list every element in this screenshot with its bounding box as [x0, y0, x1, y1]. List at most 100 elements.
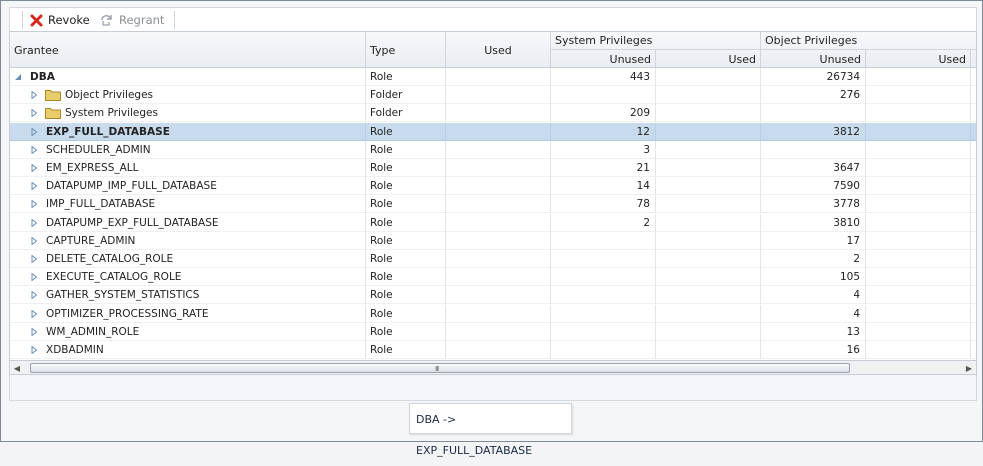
- table-row[interactable]: DATAPUMP_IMP_FULL_DATABASE Role 14 7590: [10, 177, 976, 196]
- table-row[interactable]: Object Privileges Folder 276: [10, 86, 976, 105]
- collapsed-triangle-icon[interactable]: [30, 236, 38, 245]
- table-row[interactable]: EXP_FULL_DATABASE Role 12 3812: [10, 122, 976, 141]
- sys-unused-cell: 3: [551, 140, 656, 159]
- collapsed-triangle-icon[interactable]: [30, 164, 38, 172]
- used-cell: [446, 104, 551, 123]
- grantee-cell: Object Privileges: [10, 86, 366, 105]
- expanded-triangle-icon[interactable]: [14, 73, 22, 81]
- table-row[interactable]: EM_EXPRESS_ALL Role 21 3647: [10, 159, 976, 177]
- grantee-cell: DBA: [10, 68, 366, 86]
- sys-used-cell: [656, 122, 761, 141]
- sys-unused-cell: 209: [551, 104, 656, 123]
- type-cell: Role: [366, 122, 446, 141]
- col-header-type[interactable]: Type: [366, 32, 446, 68]
- grantee-label: SCHEDULER_ADMIN: [46, 143, 151, 156]
- collapsed-triangle-icon[interactable]: [30, 309, 38, 318]
- scroll-left-arrow-icon[interactable]: ◀: [12, 363, 22, 373]
- obj-unused-cell: 3778: [761, 195, 866, 214]
- obj-used-cell: [866, 159, 971, 177]
- scrollbar-thumb[interactable]: III: [30, 363, 850, 373]
- collapsed-triangle-icon[interactable]: [30, 346, 38, 354]
- sys-unused-cell: [551, 286, 656, 305]
- regrant-button[interactable]: Regrant: [100, 11, 164, 29]
- type-cell: Role: [366, 250, 446, 268]
- grantee-label: DATAPUMP_EXP_FULL_DATABASE: [46, 216, 219, 229]
- collapsed-triangle-icon[interactable]: [30, 127, 38, 136]
- col-header-sys-unused[interactable]: Unused: [551, 50, 656, 68]
- grantee-label: EXP_FULL_DATABASE: [46, 125, 170, 138]
- table-row[interactable]: GATHER_SYSTEM_STATISTICS Role 4: [10, 286, 976, 305]
- sys-used-cell: [656, 159, 761, 177]
- type-cell: Role: [366, 231, 446, 250]
- used-cell: [446, 213, 551, 232]
- table-row[interactable]: DBA Role 443 26734: [10, 68, 976, 86]
- col-header-grantee[interactable]: Grantee: [10, 32, 366, 68]
- sys-unused-cell: 12: [551, 122, 656, 141]
- horizontal-scrollbar[interactable]: ◀ III ▶: [9, 361, 977, 375]
- folder-icon: [45, 90, 61, 102]
- collapsed-triangle-icon[interactable]: [30, 145, 38, 154]
- table-row[interactable]: DELETE_CATALOG_ROLE Role 2: [10, 250, 976, 268]
- table-row[interactable]: SCHEDULER_ADMIN Role 3: [10, 140, 976, 159]
- toolbar-separator: [22, 11, 23, 29]
- collapsed-triangle-icon[interactable]: [30, 218, 38, 227]
- collapsed-triangle-icon[interactable]: [30, 255, 38, 263]
- col-header-obj-unused[interactable]: Unused: [761, 50, 866, 68]
- collapsed-triangle-icon[interactable]: [30, 273, 38, 282]
- sys-unused-cell: [551, 268, 656, 287]
- col-header-used-label: Used: [484, 43, 512, 57]
- obj-unused-cell: 3812: [761, 122, 866, 141]
- used-cell: [446, 195, 551, 214]
- col-group-system-privileges-label: System Privileges: [555, 34, 653, 47]
- table-row[interactable]: DATAPUMP_EXP_FULL_DATABASE Role 2 3810: [10, 213, 976, 232]
- collapsed-triangle-icon[interactable]: [30, 182, 38, 191]
- used-cell: [446, 159, 551, 177]
- type-cell: Role: [366, 304, 446, 323]
- type-cell: Folder: [366, 104, 446, 123]
- table-row[interactable]: IMP_FULL_DATABASE Role 78 3778: [10, 195, 976, 214]
- sys-used-cell: [656, 140, 761, 159]
- type-cell: Role: [366, 159, 446, 177]
- lower-panel: [9, 375, 977, 401]
- obj-used-cell: [866, 86, 971, 105]
- type-cell: Role: [366, 341, 446, 359]
- used-cell: [446, 322, 551, 341]
- table-row[interactable]: OPTIMIZER_PROCESSING_RATE Role 4: [10, 304, 976, 323]
- obj-unused-cell: 16: [761, 341, 866, 359]
- used-cell: [446, 250, 551, 268]
- table-header: Grantee Type Used System Privileges Obje…: [10, 32, 976, 68]
- col-header-obj-unused-label: Unused: [819, 52, 861, 66]
- grantee-cell: EXP_FULL_DATABASE: [10, 122, 366, 141]
- revoke-button[interactable]: Revoke: [30, 11, 90, 29]
- folder-icon: [45, 108, 61, 120]
- type-cell: Role: [366, 213, 446, 232]
- regrant-icon: [101, 14, 112, 26]
- sys-used-cell: [656, 195, 761, 214]
- grantee-cell: WM_ADMIN_ROLE: [10, 322, 366, 341]
- sys-unused-cell: [551, 304, 656, 323]
- table-row[interactable]: CAPTURE_ADMIN Role 17: [10, 231, 976, 250]
- red-x-icon: [30, 14, 43, 26]
- col-header-used[interactable]: Used: [446, 32, 551, 68]
- collapsed-triangle-icon[interactable]: [30, 291, 38, 300]
- type-cell: Role: [366, 195, 446, 214]
- collapsed-triangle-icon[interactable]: [30, 200, 38, 209]
- collapsed-triangle-icon[interactable]: [30, 327, 38, 336]
- table-row[interactable]: WM_ADMIN_ROLE Role 13: [10, 322, 976, 341]
- table-row[interactable]: System Privileges Folder 209: [10, 104, 976, 123]
- sys-unused-cell: [551, 86, 656, 105]
- scroll-right-arrow-icon[interactable]: ▶: [964, 363, 974, 373]
- obj-used-cell: [866, 322, 971, 341]
- col-header-obj-used[interactable]: Used: [866, 50, 971, 68]
- collapsed-triangle-icon[interactable]: [30, 91, 38, 100]
- grantee-cell: XDBADMIN: [10, 341, 366, 359]
- sys-unused-cell: 443: [551, 68, 656, 86]
- sys-used-cell: [656, 177, 761, 196]
- obj-used-cell: [866, 140, 971, 159]
- table-row[interactable]: EXECUTE_CATALOG_ROLE Role 105: [10, 268, 976, 287]
- col-header-sys-used[interactable]: Used: [656, 50, 761, 68]
- obj-used-cell: [866, 68, 971, 86]
- collapsed-triangle-icon[interactable]: [30, 109, 38, 118]
- table-row[interactable]: XDBADMIN Role 16: [10, 341, 976, 359]
- used-cell: [446, 122, 551, 141]
